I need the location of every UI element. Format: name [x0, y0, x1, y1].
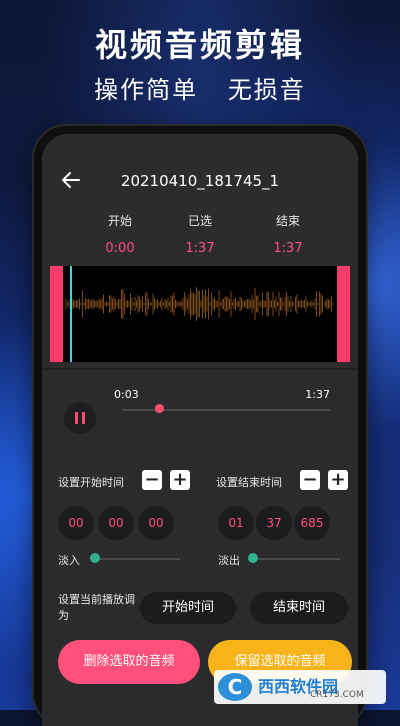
selected-label: 已选 [187, 214, 212, 228]
pause-button[interactable] [64, 402, 96, 434]
end-label: 结束 [275, 214, 300, 228]
pause-icon [82, 412, 85, 424]
phone-frame: 20210410_181745_1 开始 0:00 已选 1:37 结束 1:3… [34, 126, 366, 726]
end-plus-button[interactable]: + [328, 470, 348, 490]
end-value: 1:37 [273, 241, 303, 256]
set-start-label: 设置开始时间 [58, 476, 124, 489]
watermark-logo: C [218, 673, 252, 701]
playback-slider-knob[interactable] [155, 404, 165, 413]
hero-subtitle-left: 操作简单 [94, 76, 199, 104]
end-millis-field[interactable]: 685 [294, 506, 330, 540]
start-minus-button[interactable]: − [142, 470, 162, 490]
total-time: 1:37 [305, 388, 330, 401]
delete-selection-button[interactable]: 删除选取的音频 [58, 640, 200, 684]
hero-subtitle-right: 无损音 [227, 76, 306, 104]
waveform-graphic [65, 287, 334, 321]
app-screen: 20210410_181745_1 开始 0:00 已选 1:37 结束 1:3… [42, 134, 358, 726]
hero-title: 视频音频剪辑 [94, 26, 305, 64]
start-plus-button[interactable]: + [170, 470, 190, 490]
selected-column: 已选 1:37 [160, 212, 240, 256]
watermark-url: CR173.COM [310, 690, 364, 700]
selection-handle-left[interactable] [50, 266, 63, 362]
watermark: C 西西软件园 CR173.COM [214, 670, 386, 704]
set-end-time-button[interactable]: 结束时间 [250, 592, 348, 624]
start-label: 开始 [107, 214, 132, 228]
set-end-label: 设置结束时间 [216, 476, 282, 489]
start-value: 0:00 [105, 241, 135, 256]
set-start-time-button[interactable]: 开始时间 [140, 592, 236, 624]
fade-out-slider-track[interactable] [250, 558, 340, 560]
waveform[interactable] [50, 266, 350, 362]
fade-in-slider-knob[interactable] [90, 553, 100, 563]
divider [42, 368, 358, 370]
selected-value: 1:37 [185, 241, 215, 256]
fade-in-slider-track[interactable] [92, 558, 180, 560]
hero-subtitle: 操作简单 无损音 [0, 70, 400, 105]
current-time: 0:03 [114, 388, 139, 401]
set-current-label: 设置当前播放调为 [58, 593, 135, 622]
file-name: 20210410_181745_1 [120, 172, 280, 190]
fade-out-label: 淡出 [218, 554, 240, 567]
fade-in-label: 淡入 [58, 554, 80, 567]
end-hours-field[interactable]: 01 [218, 506, 254, 540]
start-column: 开始 0:00 [80, 212, 160, 256]
end-minutes-field[interactable]: 37 [256, 506, 292, 540]
selection-handle-right[interactable] [337, 266, 350, 362]
playback-slider-track[interactable] [122, 409, 330, 411]
playhead[interactable] [70, 266, 72, 362]
start-hours-field[interactable]: 00 [58, 506, 94, 540]
end-minus-button[interactable]: − [300, 470, 320, 490]
pause-icon [75, 412, 78, 424]
fade-out-slider-knob[interactable] [248, 553, 258, 563]
start-minutes-field[interactable]: 00 [98, 506, 134, 540]
end-column: 结束 1:37 [248, 212, 328, 256]
start-seconds-field[interactable]: 00 [138, 506, 174, 540]
